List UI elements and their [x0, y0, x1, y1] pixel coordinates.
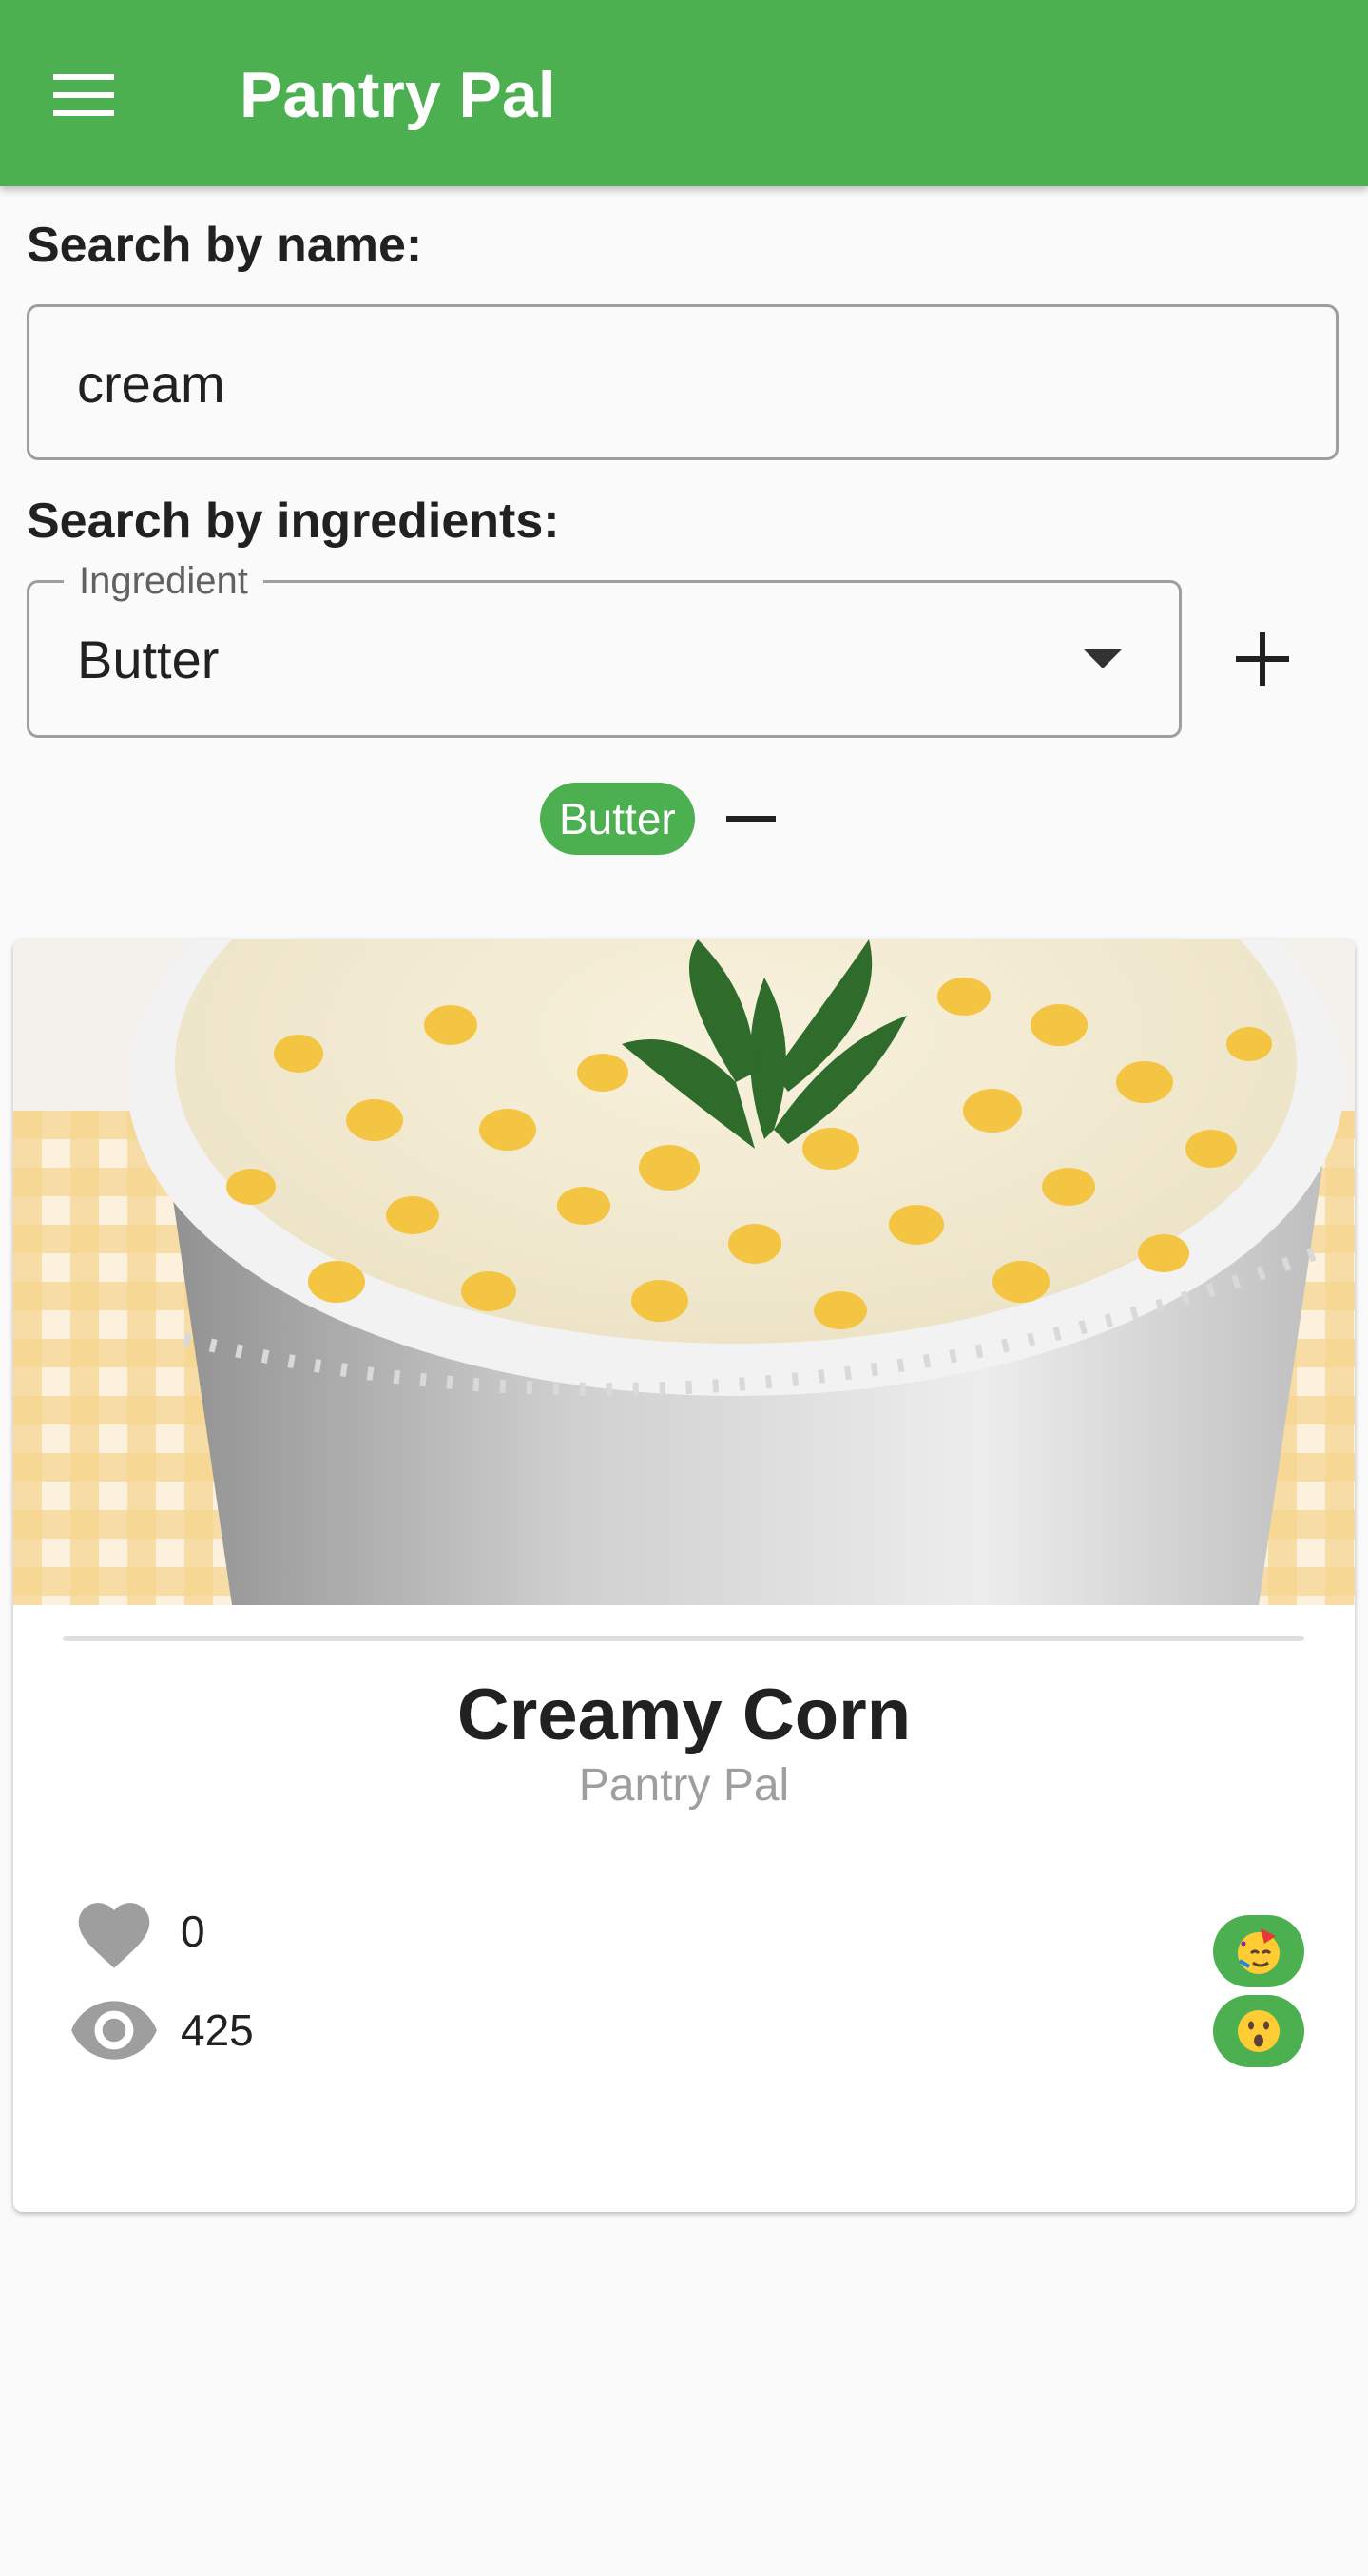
reaction-button-party[interactable]	[1213, 1915, 1304, 1987]
recipe-image	[13, 939, 1355, 1605]
likes-count: 0	[181, 1907, 205, 1956]
remove-ingredient-button[interactable]	[715, 785, 787, 852]
name-search-input[interactable]	[77, 345, 1265, 421]
party-face-icon	[1238, 1928, 1280, 1974]
app-bar: Pantry Pal	[0, 0, 1368, 186]
plus-icon	[1236, 632, 1289, 686]
reaction-button-surprised[interactable]	[1213, 1995, 1304, 2067]
menu-button[interactable]	[38, 49, 129, 141]
search-by-ingredients-label: Search by ingredients:	[27, 494, 560, 549]
like-button[interactable]	[67, 1888, 162, 1974]
add-ingredient-button[interactable]	[1213, 597, 1312, 721]
likes-stat: 0	[67, 1888, 205, 1974]
hamburger-menu-icon	[53, 74, 114, 116]
recipe-card[interactable]: Creamy Corn Pantry Pal 0 425	[13, 939, 1355, 2212]
app-title: Pantry Pal	[240, 59, 556, 131]
recipe-title: Creamy Corn	[456, 1675, 912, 1755]
surprised-face-icon	[1238, 2010, 1280, 2052]
views-count: 425	[181, 2005, 254, 2055]
ingredient-field-label: Ingredient	[64, 556, 263, 606]
minus-icon	[726, 816, 776, 822]
views-indicator	[67, 1987, 162, 2073]
heart-icon	[78, 1903, 150, 1968]
search-by-name-label: Search by name:	[27, 218, 423, 273]
eye-icon	[71, 2001, 157, 2060]
dropdown-arrow-icon	[1084, 649, 1122, 668]
card-divider	[63, 1636, 1304, 1641]
recipe-author: Pantry Pal	[578, 1760, 790, 1811]
ingredient-dropdown[interactable]: Ingredient Butter	[27, 556, 1182, 738]
ingredient-selected-value: Butter	[77, 629, 220, 689]
name-search-field[interactable]	[27, 304, 1339, 460]
views-stat: 425	[67, 1987, 254, 2073]
ingredient-chip: Butter	[540, 783, 695, 855]
